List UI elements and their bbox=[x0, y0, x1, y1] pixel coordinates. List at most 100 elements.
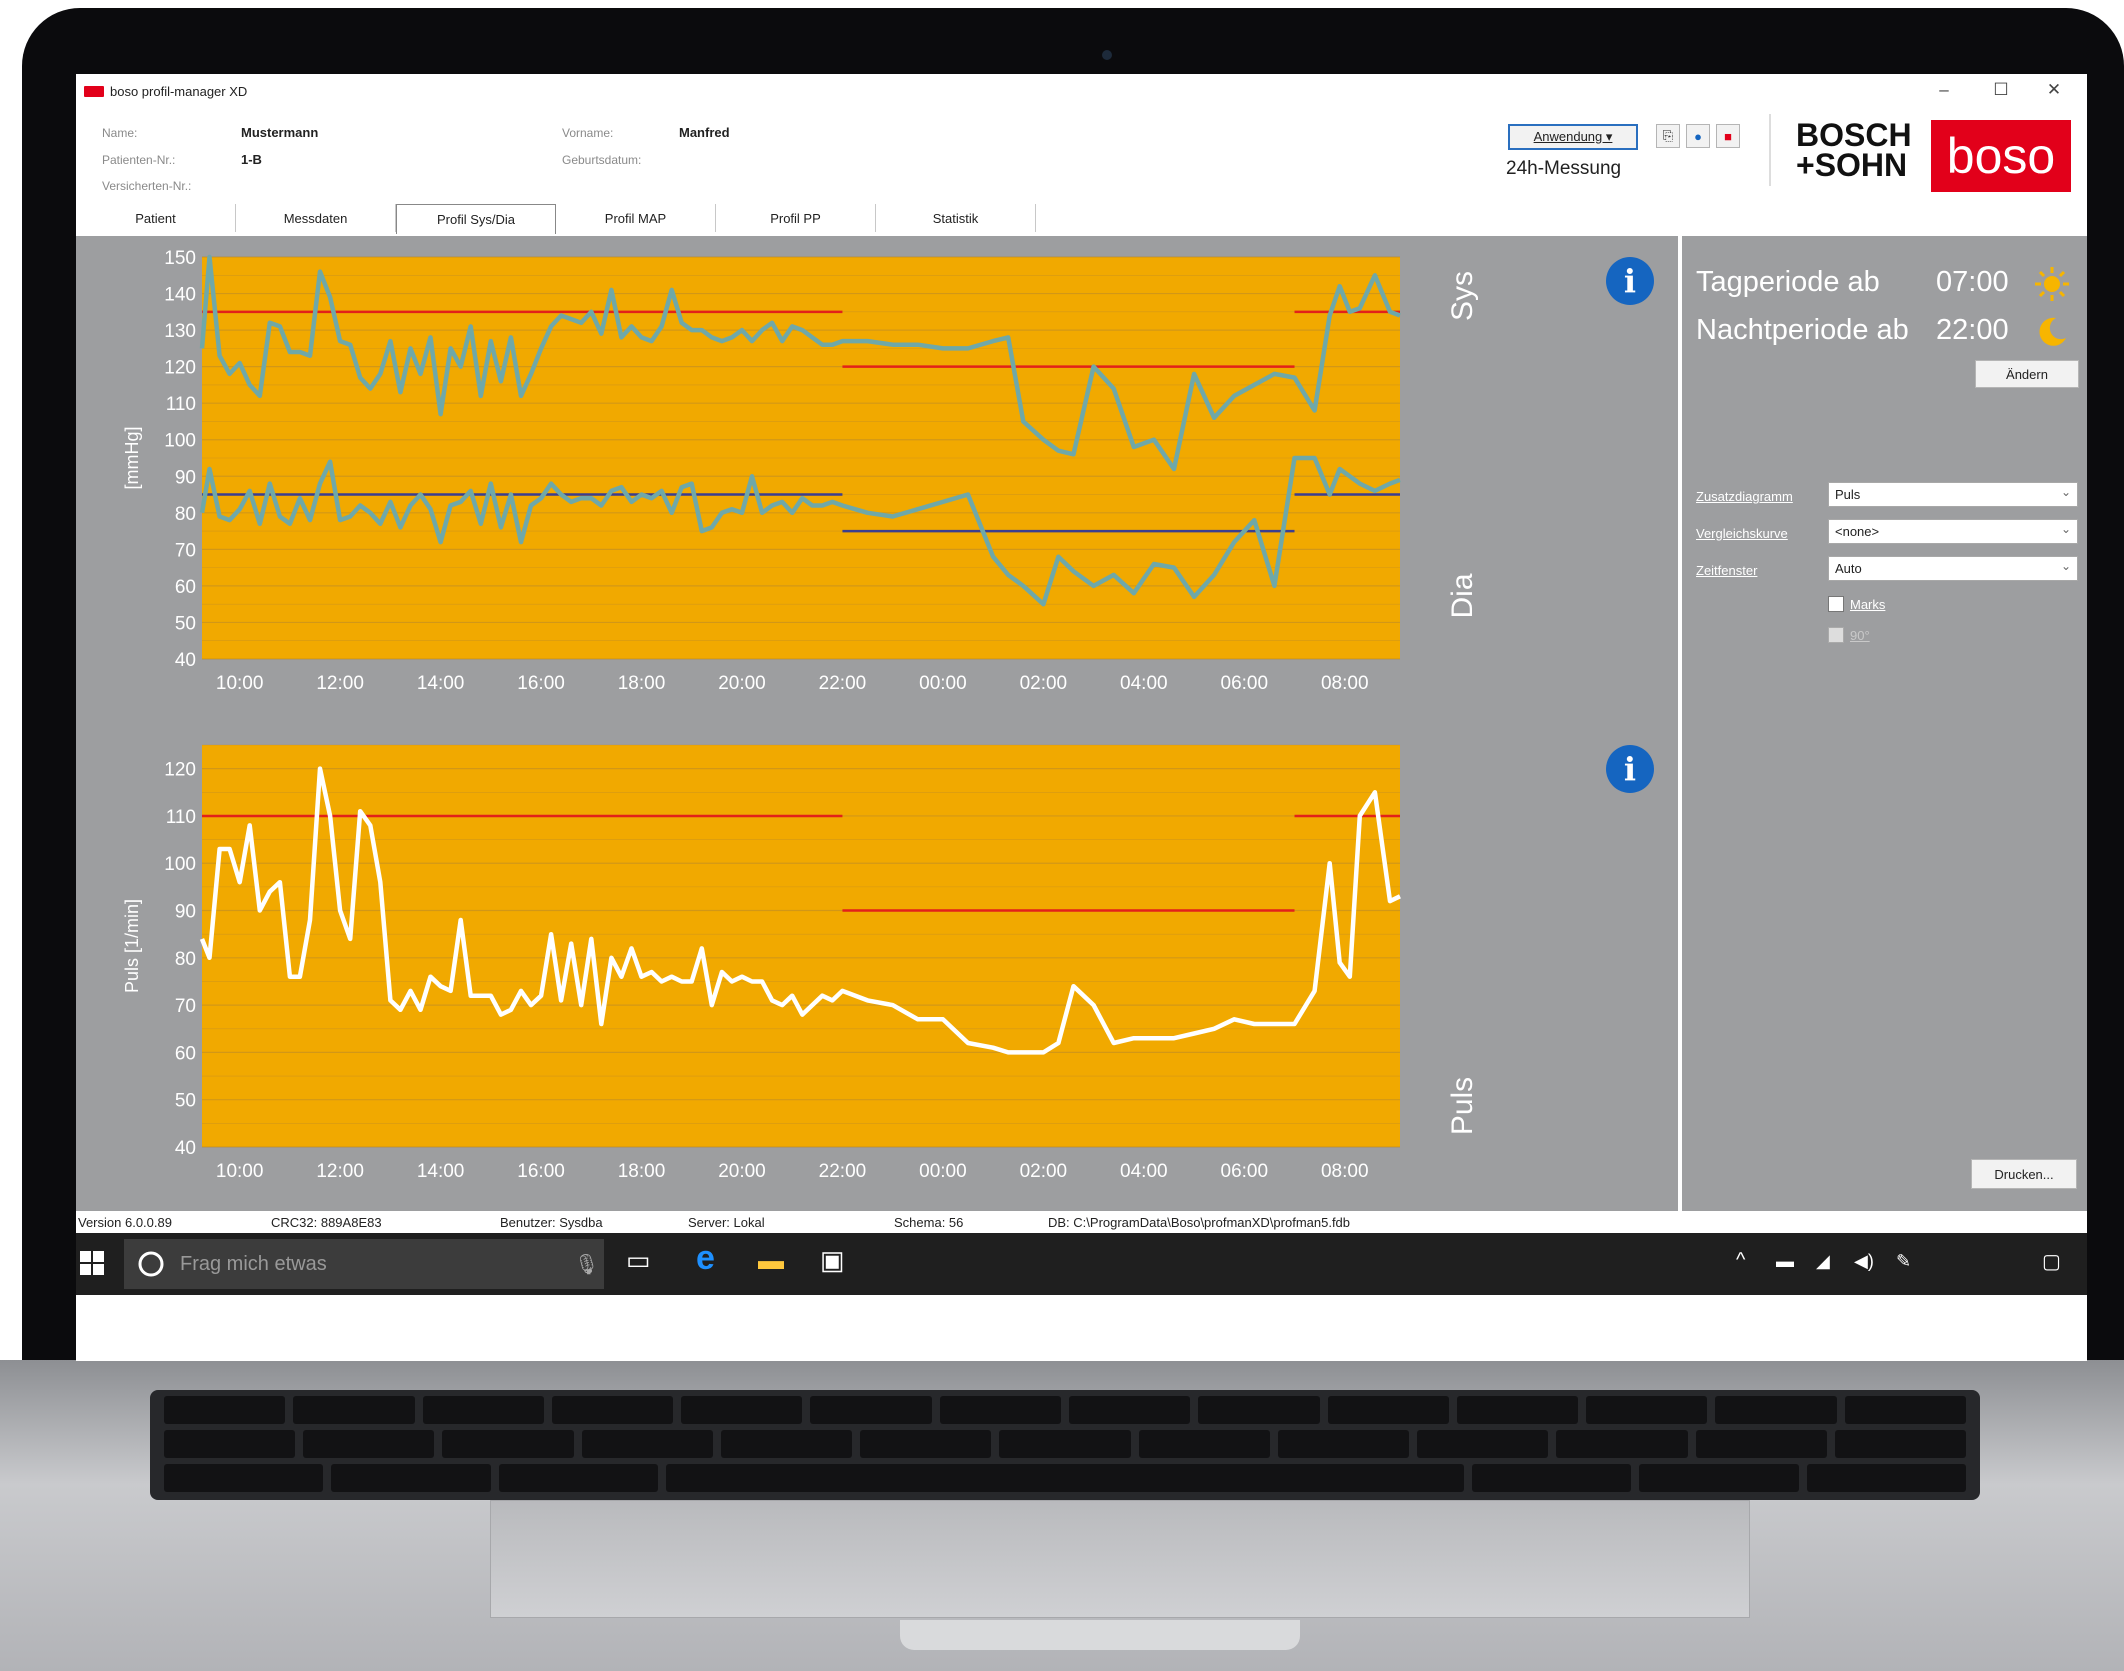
cortana-icon bbox=[138, 1251, 164, 1277]
tab-profil-pp[interactable]: Profil PP bbox=[716, 204, 876, 232]
series-side-label: Sys bbox=[1446, 271, 1479, 321]
x-tick-label: 08:00 bbox=[1321, 1161, 1369, 1182]
night-period-label: Nachtperiode ab bbox=[1696, 314, 1909, 346]
status-bar: Version 6.0.0.89 CRC32: 889A8E83 Benutze… bbox=[76, 1211, 2087, 1233]
y-tick-label: 90 bbox=[175, 902, 196, 923]
compare-curve-select[interactable]: <none> ⌄ bbox=[1828, 519, 2078, 544]
status-user: Benutzer: Sysdba bbox=[500, 1215, 603, 1230]
y-tick-label: 40 bbox=[175, 650, 196, 671]
y-tick-label: 80 bbox=[175, 504, 196, 525]
notifications-icon[interactable]: ▢ bbox=[2042, 1249, 2061, 1274]
battery-icon[interactable]: ▬ bbox=[1776, 1251, 1794, 1272]
series-side-label: Dia bbox=[1446, 573, 1479, 618]
x-tick-label: 22:00 bbox=[819, 1161, 867, 1182]
name-label: Name: bbox=[102, 126, 138, 140]
firstname-label: Vorname: bbox=[562, 126, 614, 140]
maximize-button[interactable]: ☐ bbox=[1986, 80, 2016, 100]
app-window: boso profil-manager XD – ☐ ✕ Name: Muste… bbox=[76, 74, 2087, 1361]
x-tick-label: 16:00 bbox=[517, 1161, 565, 1182]
marks-label: Marks bbox=[1850, 597, 1886, 612]
windows-start-icon[interactable] bbox=[80, 1251, 104, 1275]
change-period-button[interactable]: Ändern bbox=[1975, 360, 2079, 388]
tab-statistik[interactable]: Statistik bbox=[876, 204, 1036, 232]
x-tick-label: 20:00 bbox=[718, 1161, 766, 1182]
tab-patient[interactable]: Patient bbox=[76, 204, 236, 232]
x-tick-label: 06:00 bbox=[1221, 1161, 1269, 1182]
time-window-label: Zeitfenster bbox=[1696, 563, 1758, 578]
x-tick-label: 22:00 bbox=[819, 673, 867, 694]
show-hidden-icons-icon[interactable]: ^ bbox=[1736, 1249, 1745, 1272]
x-tick-label: 20:00 bbox=[718, 673, 766, 694]
info-icon-pulse[interactable]: i bbox=[1606, 745, 1654, 793]
x-tick-label: 16:00 bbox=[517, 673, 565, 694]
minimize-button[interactable]: – bbox=[1929, 80, 1959, 100]
x-tick-label: 00:00 bbox=[919, 673, 967, 694]
y-tick-label: 60 bbox=[175, 577, 196, 598]
day-period-time: 07:00 bbox=[1936, 266, 2009, 298]
window-title: boso profil-manager XD bbox=[84, 84, 247, 99]
y-tick-label: 110 bbox=[166, 394, 196, 415]
close-button[interactable]: ✕ bbox=[2039, 80, 2069, 100]
tab-messdaten[interactable]: Messdaten bbox=[236, 204, 396, 232]
store-icon[interactable]: ▣ bbox=[820, 1245, 845, 1276]
keyboard bbox=[150, 1390, 1980, 1500]
extra-chart-select[interactable]: Puls ⌄ bbox=[1828, 482, 2078, 507]
x-tick-label: 00:00 bbox=[919, 1161, 967, 1182]
app-logo-icon bbox=[84, 86, 104, 97]
export-icon[interactable]: ⎘ bbox=[1656, 124, 1680, 148]
exit-icon[interactable]: ■ bbox=[1716, 124, 1740, 148]
name-value: Mustermann bbox=[241, 125, 319, 140]
y-axis-label: Puls [1/min] bbox=[122, 899, 142, 993]
microphone-icon[interactable]: 🎙 bbox=[574, 1252, 599, 1277]
pen-icon[interactable]: ✎ bbox=[1896, 1251, 1911, 1272]
webcam bbox=[1102, 50, 1112, 60]
x-tick-label: 06:00 bbox=[1221, 673, 1269, 694]
taskbar: Frag mich etwas 🎙 ▭ e ▬ ▣ ^ ▬ ◢ ◀) ✎ ▢ bbox=[76, 1233, 2087, 1295]
y-tick-label: 80 bbox=[175, 949, 196, 970]
x-tick-label: 12:00 bbox=[316, 673, 364, 694]
x-tick-label: 02:00 bbox=[1020, 673, 1068, 694]
help-icon[interactable]: ● bbox=[1686, 124, 1710, 148]
x-tick-label: 02:00 bbox=[1020, 1161, 1068, 1182]
extra-chart-label: Zusatzdiagramm bbox=[1696, 489, 1793, 504]
y-tick-label: 140 bbox=[164, 285, 196, 306]
y-tick-label: 100 bbox=[164, 431, 196, 452]
chart-area: 40 50 60 70 80 90 100 110 120 130 140 150 10:00 12:00… bbox=[76, 236, 1678, 1211]
day-period-label: Tagperiode ab bbox=[1696, 266, 1880, 298]
taskbar-search[interactable]: Frag mich etwas 🎙 bbox=[124, 1239, 604, 1289]
application-menu-button[interactable]: Anwendung ▾ bbox=[1508, 124, 1638, 150]
edge-browser-icon[interactable]: e bbox=[696, 1239, 715, 1278]
info-icon-bp[interactable]: i bbox=[1606, 257, 1654, 305]
chart-plot-area bbox=[202, 745, 1400, 1147]
tab-profil-map[interactable]: Profil MAP bbox=[556, 204, 716, 232]
y-tick-label: 130 bbox=[164, 321, 196, 342]
marks-checkbox[interactable] bbox=[1828, 596, 1844, 612]
x-tick-label: 10:00 bbox=[216, 1161, 264, 1182]
y-tick-label: 70 bbox=[175, 540, 196, 561]
y-axis-label: [mmHg] bbox=[122, 427, 142, 490]
compare-curve-label: Vergleichskurve bbox=[1696, 526, 1788, 541]
status-schema: Schema: 56 bbox=[894, 1215, 964, 1230]
time-window-select[interactable]: Auto ⌄ bbox=[1828, 556, 2078, 581]
rotate-90-checkbox[interactable] bbox=[1828, 627, 1844, 643]
x-tick-label: 10:00 bbox=[216, 673, 264, 694]
night-period-time: 22:00 bbox=[1936, 314, 2009, 346]
x-tick-label: 04:00 bbox=[1120, 1161, 1168, 1182]
volume-icon[interactable]: ◀) bbox=[1854, 1251, 1874, 1272]
y-tick-label: 50 bbox=[175, 1091, 196, 1112]
status-version: Version 6.0.0.89 bbox=[78, 1215, 172, 1230]
y-tick-label: 110 bbox=[166, 807, 196, 828]
patient-no-value: 1-B bbox=[241, 152, 262, 167]
file-explorer-icon[interactable]: ▬ bbox=[758, 1245, 784, 1276]
tab-profil-sys-dia[interactable]: Profil Sys/Dia bbox=[396, 204, 556, 234]
status-db: DB: C:\ProgramData\Boso\profmanXD\profma… bbox=[1048, 1215, 1351, 1230]
x-tick-label: 14:00 bbox=[417, 673, 465, 694]
y-tick-label: 50 bbox=[175, 613, 196, 634]
task-view-icon[interactable]: ▭ bbox=[626, 1245, 651, 1276]
network-icon[interactable]: ◢ bbox=[1816, 1251, 1830, 1272]
right-panel: Tagperiode ab 07:00 Nachtperiode ab 22:0… bbox=[1682, 236, 2087, 1211]
y-tick-label: 40 bbox=[175, 1138, 196, 1159]
x-tick-label: 14:00 bbox=[417, 1161, 465, 1182]
print-button[interactable]: Drucken... bbox=[1971, 1159, 2077, 1189]
firstname-value: Manfred bbox=[679, 125, 730, 140]
